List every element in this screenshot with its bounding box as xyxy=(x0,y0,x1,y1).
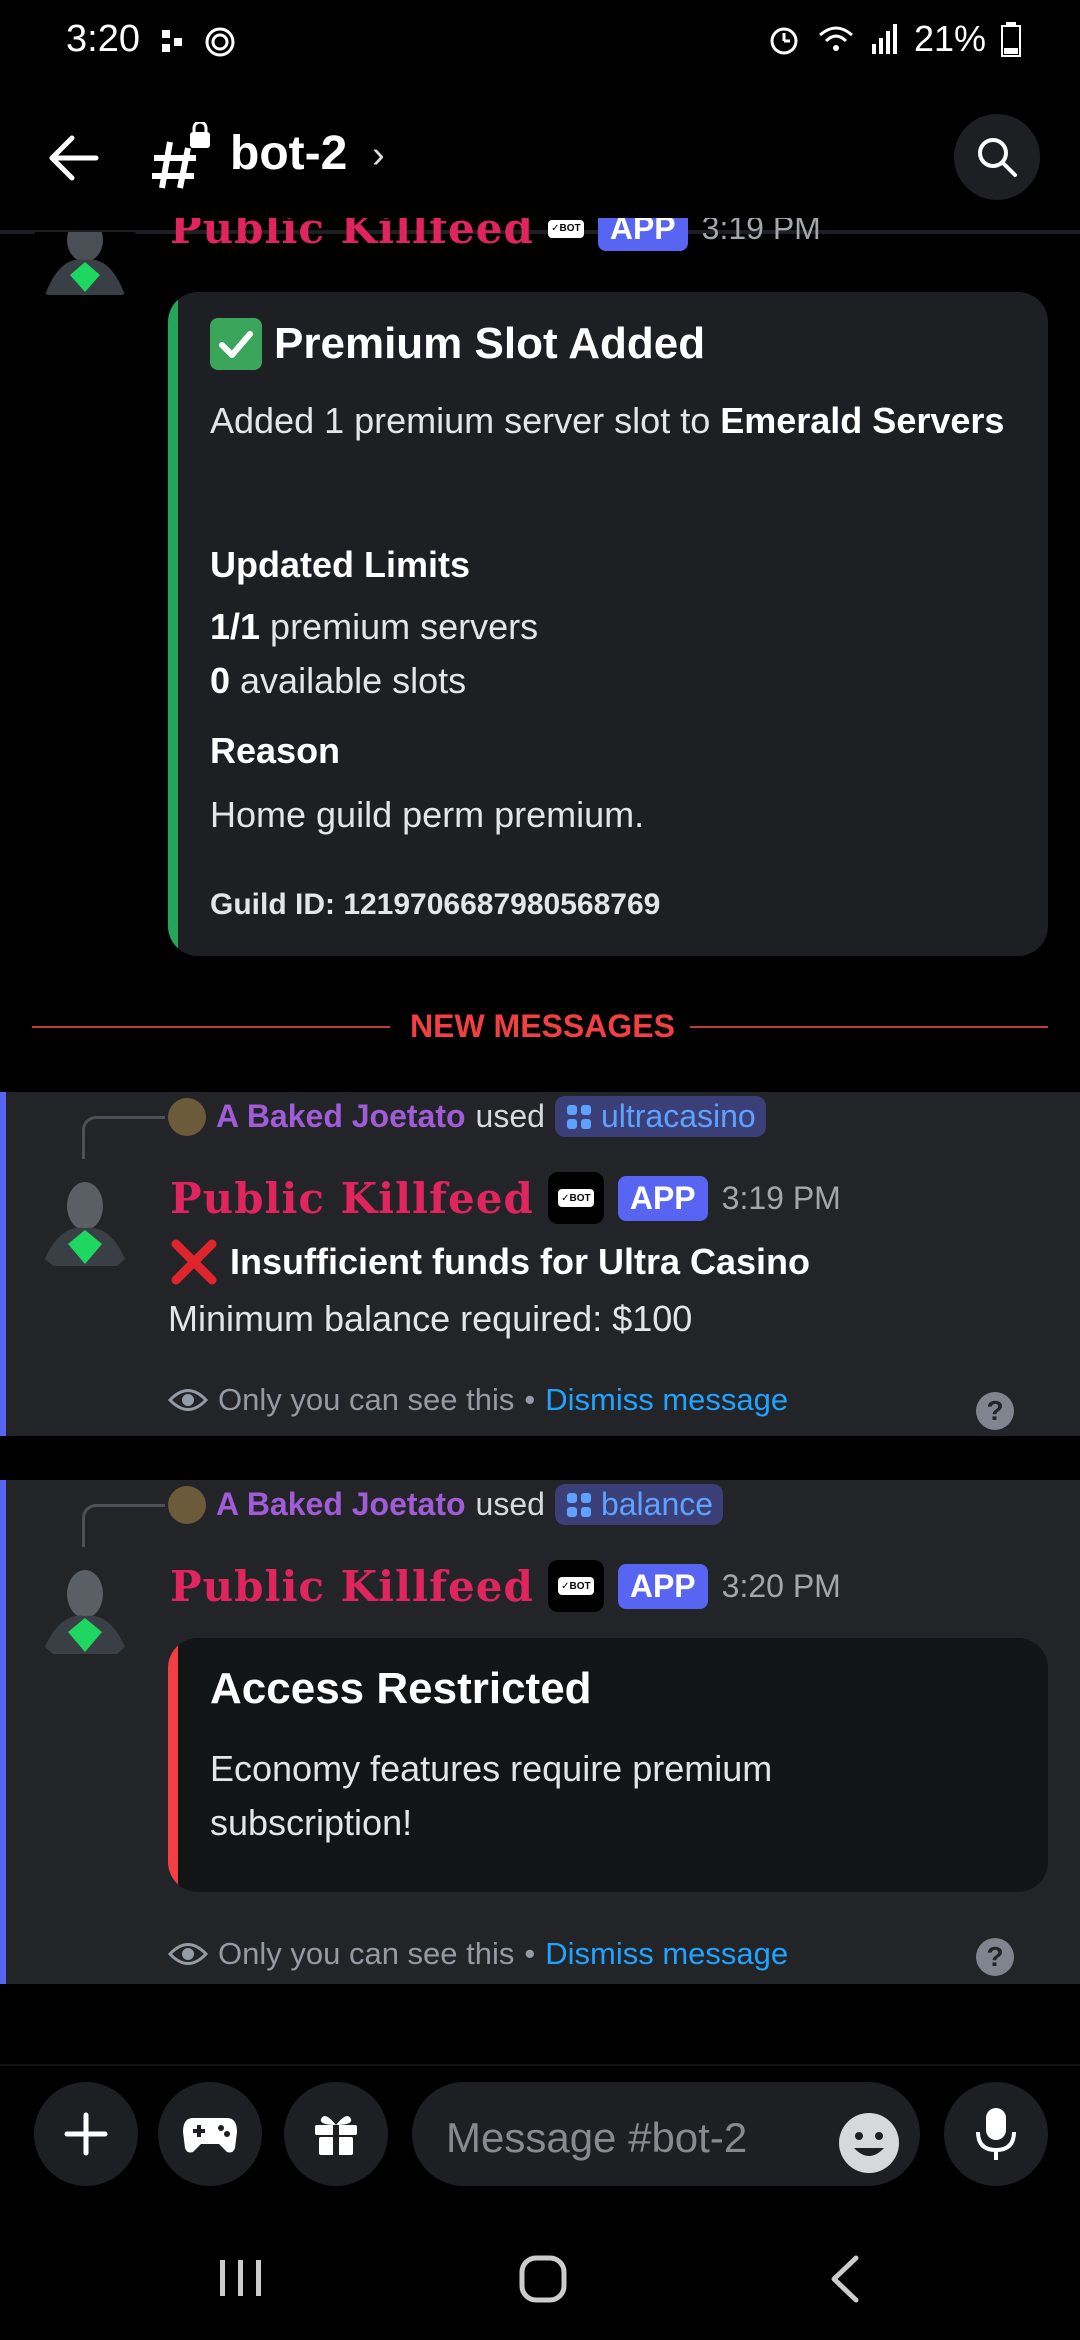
gift-icon xyxy=(315,2116,357,2155)
limits-line-1: 1/1 premium servers xyxy=(210,606,539,647)
status-time: 3:20 xyxy=(66,18,140,60)
message-time: 3:19 PM xyxy=(721,1179,841,1216)
embed-accent-bar xyxy=(168,1638,178,1892)
bot-tag: ✓BOT xyxy=(547,219,584,238)
embed-description: Economy features require premium subscri… xyxy=(210,1748,773,1843)
back-arrow-icon[interactable] xyxy=(44,128,104,188)
embed-premium-slot: Premium Slot Added Added 1 premium serve… xyxy=(168,292,1048,956)
error-detail: Minimum balance required: $100 xyxy=(168,1298,693,1339)
app-badge: APP xyxy=(617,1175,708,1221)
divider-right xyxy=(690,1026,1048,1028)
app-badge: APP xyxy=(597,218,688,251)
ephemeral-notice: Only you can see this • Dismiss message xyxy=(168,1382,788,1418)
chevron-right-icon[interactable]: › xyxy=(372,134,385,177)
user-name[interactable]: A Baked Joetato xyxy=(216,1486,466,1523)
embed-description: Added 1 premium server slot to Emerald S… xyxy=(210,400,1005,441)
msg1-header: Public Killfeed ✓BOT APP 3:19 PM xyxy=(170,218,1070,258)
command-usage-row: A Baked Joetato used ultracasino xyxy=(168,1096,766,1137)
bot-name[interactable]: Public Killfeed xyxy=(170,1174,534,1223)
msg3-header: Public Killfeed ✓BOT APP 3:20 PM xyxy=(170,1560,841,1612)
battery-percent: 21% xyxy=(913,18,986,59)
bot-name[interactable]: Public Killfeed xyxy=(170,218,534,253)
new-messages-label: NEW MESSAGES xyxy=(410,1008,675,1044)
gift-button[interactable] xyxy=(284,2082,388,2186)
message-ultracasino: A Baked Joetato used ultracasino Public … xyxy=(0,1092,1080,1436)
command-pill[interactable]: ultracasino xyxy=(554,1096,766,1137)
gamepad-icon xyxy=(183,2118,237,2153)
embed-footer: Guild ID: 1219706687980568769 xyxy=(210,888,661,921)
check-mark-icon xyxy=(210,318,262,370)
home-icon[interactable] xyxy=(518,2254,568,2309)
signal-icon xyxy=(871,24,897,54)
used-label: used xyxy=(475,1486,545,1522)
command-pill[interactable]: balance xyxy=(554,1484,724,1525)
emoji-icon[interactable] xyxy=(836,2110,902,2181)
battery-icon xyxy=(1001,22,1021,57)
eye-icon xyxy=(168,1943,208,1965)
bot-tag: ✓BOT xyxy=(547,1560,604,1612)
error-line: Insufficient funds for Ultra Casino xyxy=(168,1236,810,1288)
channel-title[interactable]: bot-2 xyxy=(230,126,347,181)
used-label: used xyxy=(475,1098,545,1134)
highlight-bar xyxy=(0,1480,6,1984)
divider-left xyxy=(32,1026,390,1028)
app-badge: APP xyxy=(617,1563,708,1609)
bot-name[interactable]: Public Killfeed xyxy=(170,1562,534,1611)
message-balance: A Baked Joetato used balance Public Kill… xyxy=(0,1480,1080,1984)
message-time: 3:20 PM xyxy=(721,1567,841,1604)
search-button[interactable] xyxy=(954,114,1040,200)
message-placeholder: Message #bot-2 xyxy=(446,2114,748,2161)
reply-spine xyxy=(82,1116,165,1159)
highlight-bar xyxy=(0,1092,6,1436)
reason-text: Home guild perm premium. xyxy=(210,794,645,835)
help-icon[interactable]: ? xyxy=(976,1938,1014,1976)
composer-separator xyxy=(0,2064,1080,2066)
bot-tag: ✓BOT xyxy=(547,1172,604,1224)
embed-title: Access Restricted xyxy=(210,1664,592,1713)
search-icon xyxy=(978,138,1017,177)
user-avatar-small[interactable] xyxy=(168,1485,206,1524)
microphone-icon xyxy=(976,2108,1016,2160)
ephemeral-notice: Only you can see this • Dismiss message xyxy=(168,1936,788,1972)
embed-accent-bar xyxy=(168,292,178,956)
embed-title: Premium Slot Added xyxy=(274,319,706,368)
app-command-icon xyxy=(566,1104,591,1129)
voice-button[interactable] xyxy=(944,2082,1048,2186)
command-usage-row: A Baked Joetato used balance xyxy=(168,1484,724,1525)
eye-icon xyxy=(168,1389,208,1411)
recent-apps-icon[interactable] xyxy=(218,2256,264,2305)
alarm-icon xyxy=(770,27,798,55)
limits-line-2: 0 available slots xyxy=(210,660,467,701)
avatar[interactable] xyxy=(30,1554,140,1664)
section-title-limits: Updated Limits xyxy=(210,544,471,585)
message-time: 3:19 PM xyxy=(701,218,821,246)
msg2-header: Public Killfeed ✓BOT APP 3:19 PM xyxy=(170,1172,841,1224)
section-title-reason: Reason xyxy=(210,730,341,771)
status-icons-left xyxy=(160,26,240,63)
plus-icon xyxy=(64,2112,108,2156)
reply-spine xyxy=(82,1504,165,1547)
dismiss-link[interactable]: Dismiss message xyxy=(545,1382,788,1418)
embed-title-row: Premium Slot Added xyxy=(210,318,705,370)
dismiss-link[interactable]: Dismiss message xyxy=(545,1936,788,1972)
avatar[interactable] xyxy=(30,1166,140,1276)
embed-access-restricted: Access Restricted Economy features requi… xyxy=(168,1638,1048,1892)
app-command-icon xyxy=(566,1492,591,1517)
user-avatar-small[interactable] xyxy=(168,1097,206,1136)
status-icons-right: 21% xyxy=(766,18,1022,60)
help-icon[interactable]: ? xyxy=(976,1392,1014,1430)
hash-lock-icon xyxy=(150,120,214,194)
user-name[interactable]: A Baked Joetato xyxy=(216,1098,466,1135)
cross-mark-icon xyxy=(171,1239,217,1285)
wifi-icon xyxy=(818,26,853,51)
plus-button[interactable] xyxy=(34,2082,138,2186)
activities-button[interactable] xyxy=(158,2082,262,2186)
back-nav-icon[interactable] xyxy=(826,2254,866,2309)
